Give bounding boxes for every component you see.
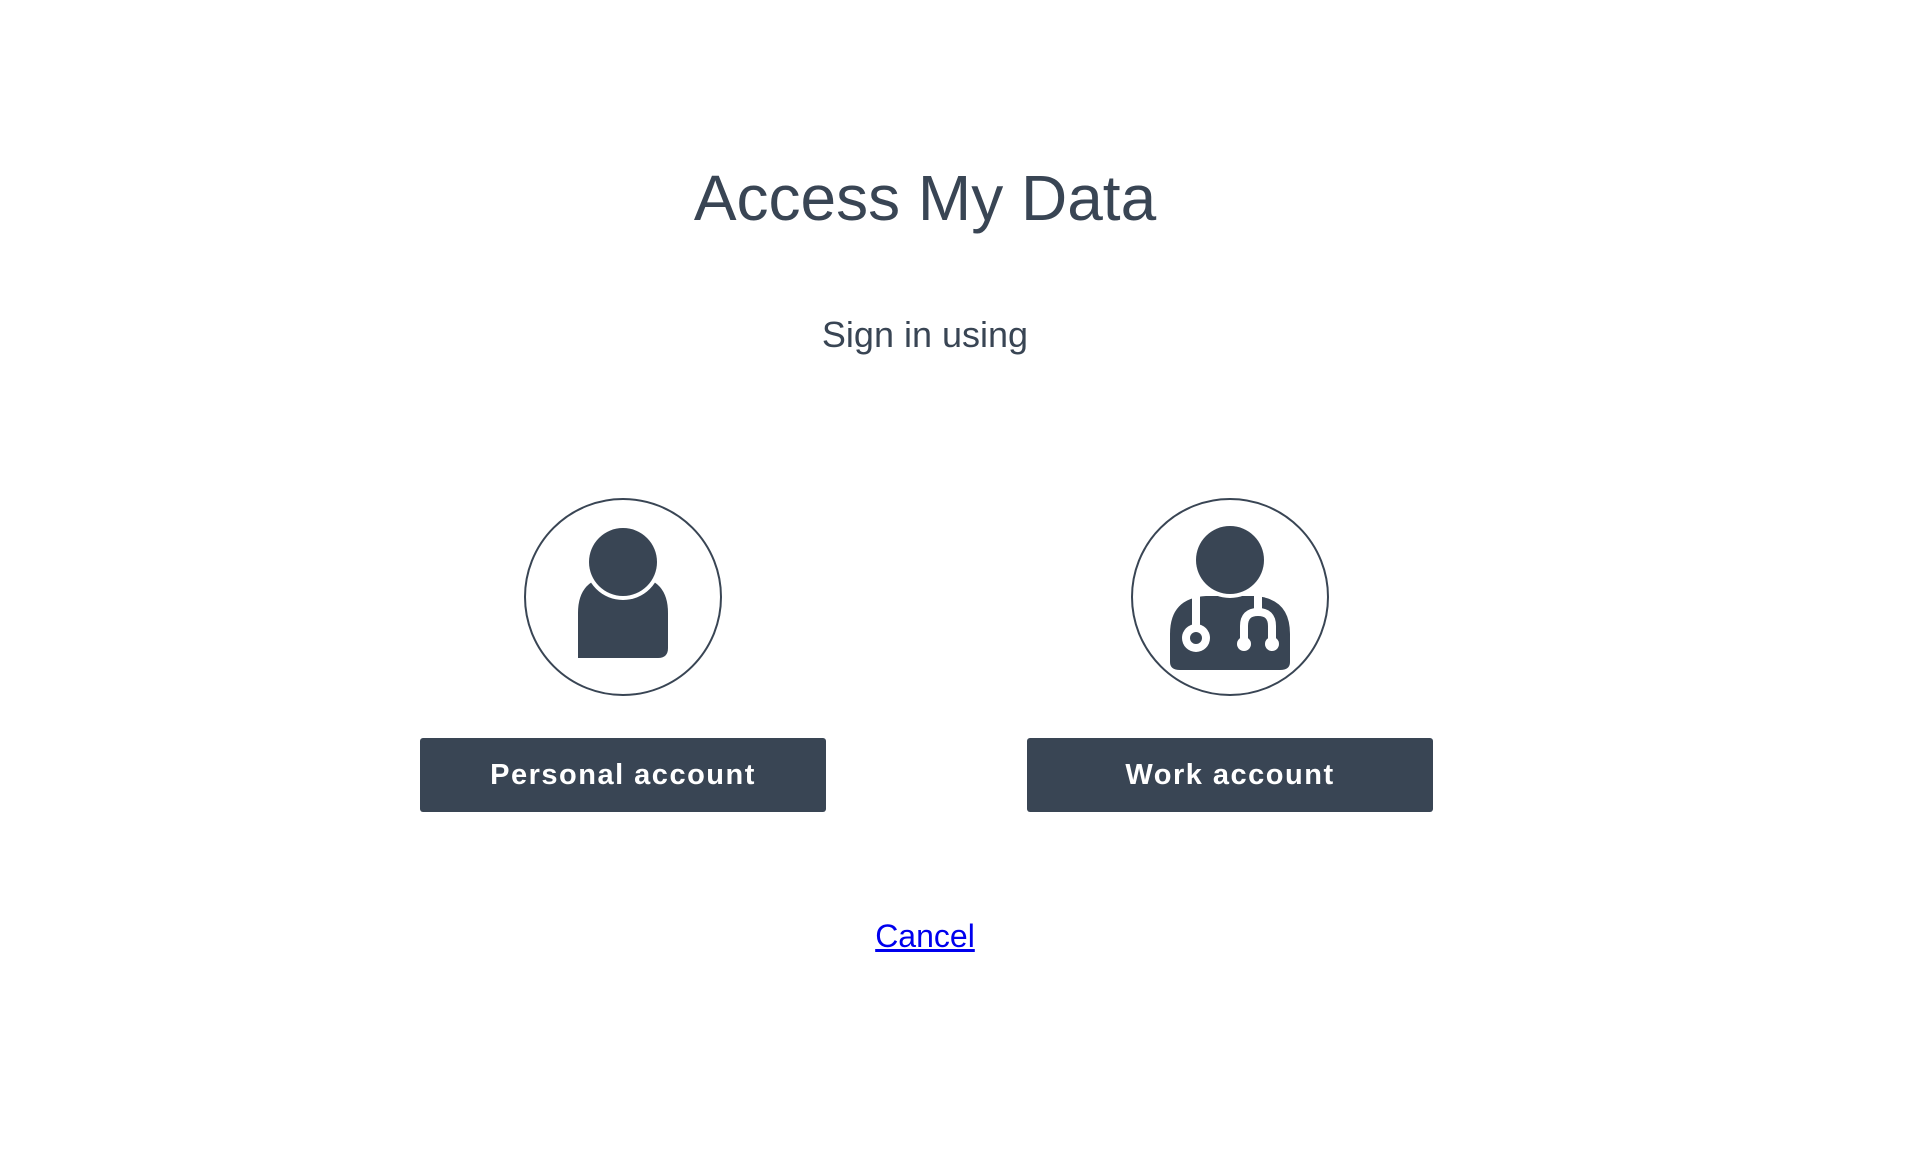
- cancel-link-container: Cancel: [0, 914, 1850, 958]
- personal-account-button[interactable]: Personal account: [420, 738, 826, 812]
- personal-avatar-circle[interactable]: [524, 498, 722, 696]
- sign-in-page: Access My Data Sign in using Personal ac…: [0, 0, 1932, 1158]
- work-avatar-circle[interactable]: [1131, 498, 1329, 696]
- cancel-link[interactable]: Cancel: [875, 918, 975, 954]
- page-subtitle: Sign in using: [821, 314, 1029, 355]
- personal-account-option: Personal account: [420, 498, 826, 812]
- work-account-button[interactable]: Work account: [1027, 738, 1433, 812]
- person-icon: [558, 522, 688, 672]
- doctor-stethoscope-icon: [1162, 522, 1298, 672]
- work-account-option: Work account: [1027, 498, 1433, 812]
- page-title: Access My Data: [693, 162, 1157, 234]
